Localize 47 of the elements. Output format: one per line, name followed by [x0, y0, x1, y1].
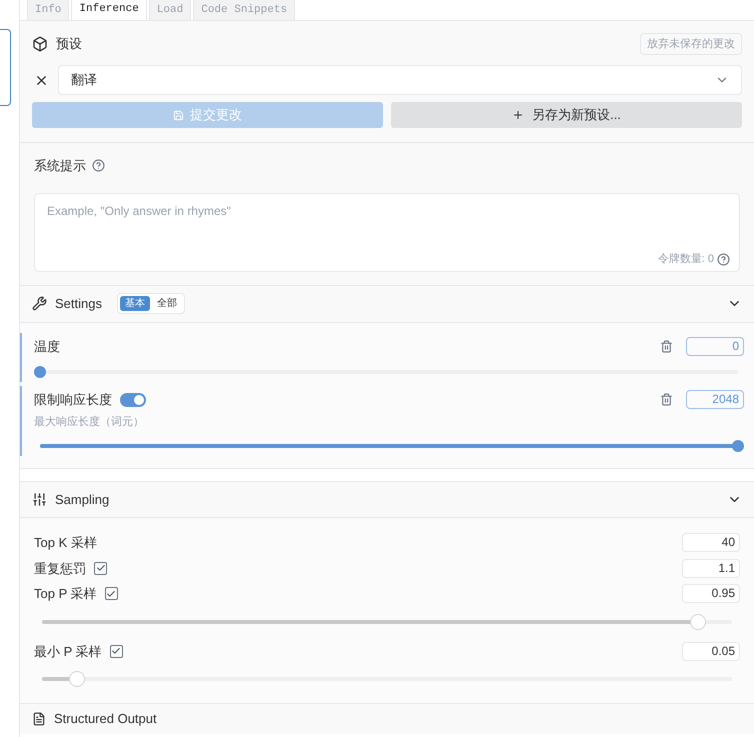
help-icon[interactable] — [92, 159, 105, 172]
sampling-header[interactable]: Sampling — [20, 481, 754, 518]
setting-label: 限制响应长度 — [34, 391, 112, 409]
plus-icon — [512, 109, 524, 121]
sampling-label: Top K 采样 — [34, 534, 97, 552]
wrench-icon — [32, 296, 47, 311]
check-icon — [96, 563, 106, 574]
setting-label: 温度 — [34, 338, 60, 356]
value-field[interactable]: 0.05 — [682, 642, 740, 661]
preset-select[interactable]: 翻译 — [58, 65, 742, 95]
value-field[interactable]: 1.1 — [682, 558, 740, 578]
sampling-label: 最小 P 采样 — [34, 642, 102, 660]
slider-thumb[interactable] — [34, 366, 46, 378]
sidebar-card[interactable] — [0, 29, 11, 106]
file-icon — [32, 712, 46, 726]
save-icon — [173, 110, 184, 120]
checkbox[interactable] — [110, 644, 123, 658]
check-icon — [106, 588, 116, 599]
check-icon — [111, 646, 122, 656]
help-icon[interactable] — [717, 252, 730, 266]
token-count: 令牌数量: 0 — [658, 252, 714, 267]
structured-output-header[interactable]: Structured Output — [20, 704, 754, 734]
mode-tab[interactable]: 基本 — [120, 296, 150, 311]
sampling-label: 重复惩罚 — [34, 560, 86, 578]
cube-icon — [32, 36, 48, 52]
slider-thumb[interactable] — [690, 614, 706, 630]
mode-tab[interactable]: 全部 — [152, 296, 182, 311]
value-field[interactable]: 40 — [682, 533, 740, 552]
system-prompt-title: 系统提示 — [34, 157, 86, 175]
structured-output-title: Structured Output — [54, 710, 157, 728]
save-as-button[interactable]: 另存为新预设... — [391, 102, 742, 128]
sampling-label: Top P 采样 — [34, 585, 97, 603]
sliders-icon — [32, 492, 47, 507]
slider-thumb[interactable] — [732, 440, 744, 452]
settings-title: Settings — [55, 294, 102, 313]
sampling-title: Sampling — [55, 490, 110, 509]
settings-header[interactable]: Settings 基本 全部 — [20, 286, 754, 322]
checkbox[interactable] — [104, 587, 118, 600]
tab[interactable]: Inference — [71, 0, 147, 20]
checkbox[interactable] — [94, 562, 107, 575]
preset-title: 预设 — [56, 35, 82, 54]
trash-icon[interactable] — [660, 393, 673, 406]
value-field[interactable]: 0.95 — [682, 584, 740, 604]
toggle-switch[interactable] — [120, 392, 146, 407]
setting-hint: 最大响应长度（词元） — [34, 414, 145, 430]
slider-thumb[interactable] — [68, 671, 84, 687]
trash-icon[interactable] — [660, 340, 673, 353]
